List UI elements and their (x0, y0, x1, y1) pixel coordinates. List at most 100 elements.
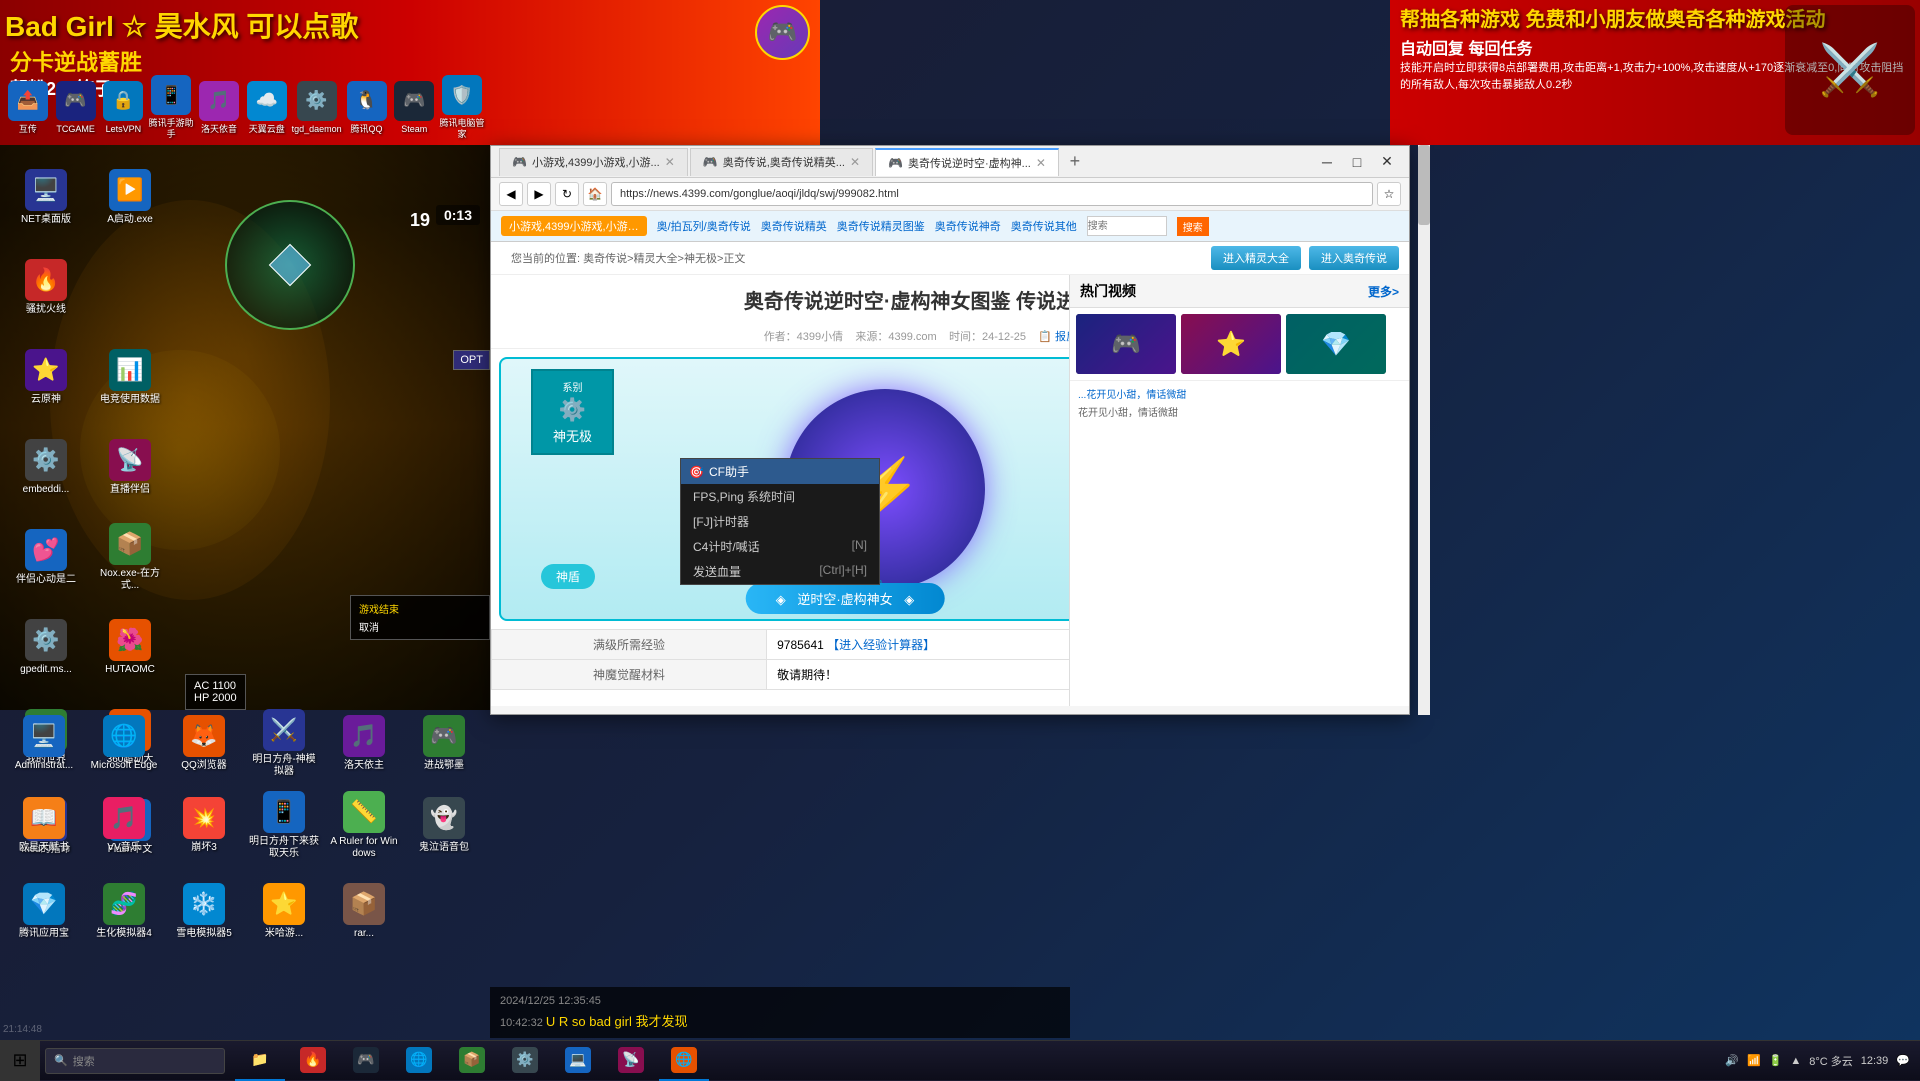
icon-vv-music[interactable]: 🎵 VV音乐 (85, 787, 163, 864)
exp-calc-link[interactable]: 【进入经验计算器】 (827, 638, 935, 652)
address-bar[interactable] (611, 182, 1373, 206)
tray-icon-3[interactable]: 🔋 (1769, 1054, 1783, 1067)
taskbar-search[interactable]: 🔍 搜索 (45, 1048, 225, 1074)
icon-hutao[interactable]: 🌺 HUTAOMC (89, 603, 171, 691)
taskbar-app-4[interactable]: 📦 (447, 1041, 497, 1081)
icon-qq[interactable]: 🐧 腾讯QQ (344, 69, 390, 147)
icon-tgd[interactable]: ⚙️ tgd_daemon (292, 69, 342, 147)
icon-luotianyi[interactable]: 🎵 洛天依音 (196, 69, 242, 147)
icon-tcgame[interactable]: 🎮 TCGAME (53, 69, 99, 147)
mihoyo-label: 米哈游... (265, 928, 303, 940)
icon-mihoyo[interactable]: ⭐ 米哈游... (245, 879, 323, 944)
icon-qqbrowser[interactable]: 🦊 QQ浏览器 (165, 705, 243, 782)
icon-battles[interactable]: 🎮 进战鄂墨 (405, 705, 483, 782)
start-button[interactable]: ⊞ (0, 1041, 40, 1081)
taskbar-app-1[interactable]: 🔥 (288, 1041, 338, 1081)
taskbar-app-2[interactable]: 🎮 (341, 1041, 391, 1081)
tab3-close[interactable]: ✕ (1036, 156, 1046, 170)
icon-net-desktop[interactable]: 🖥️ NET桌面版 (5, 153, 87, 241)
notification-area[interactable]: 💬 (1896, 1054, 1910, 1067)
minimize-button[interactable]: ─ (1313, 148, 1341, 176)
bookmark-button[interactable]: ☆ (1377, 182, 1401, 206)
icon-genshin-cloud[interactable]: ⭐ 云原神 (5, 333, 87, 421)
icon-tianyiyun[interactable]: ☁️ 天翼云盘 (244, 69, 290, 147)
icon-letsvpn[interactable]: 🔒 LetsVPN (101, 69, 147, 147)
nav-link-3[interactable]: 奥奇传说精灵图鉴 (837, 218, 925, 234)
clock[interactable]: 12:39 (1861, 1055, 1889, 1067)
admin-icon: 🖥️ (23, 715, 65, 757)
taskbar-app-6[interactable]: 💻 (553, 1041, 603, 1081)
new-tab-button[interactable]: + (1061, 148, 1089, 176)
taskbar-app-7[interactable]: 📡 (606, 1041, 656, 1081)
icon-rar[interactable]: 📦 rar... (325, 879, 403, 944)
video-thumb-3[interactable]: 💎 (1286, 349, 1386, 374)
tray-icon-1[interactable]: 🔊 (1725, 1054, 1739, 1067)
icon-nox[interactable]: 📦 Nox.exe-在方式... (89, 513, 171, 601)
cf-blood-item[interactable]: 发送血量 [Ctrl]+[H] (681, 559, 879, 584)
icon-tencent-app[interactable]: 💎 腾讯应用宝 (5, 879, 83, 944)
icon-gpedit[interactable]: ⚙️ gpedit.ms... (5, 603, 87, 691)
icon-snow-sim[interactable]: ❄️ 雪电模拟器5 (165, 879, 243, 944)
taskbar-app-5[interactable]: ⚙️ (500, 1041, 550, 1081)
enter-aoqi-btn[interactable]: 进入奥奇传说 (1309, 246, 1399, 270)
bio-sim-icon: 🧬 (103, 883, 145, 925)
letsvpn-label: LetsVPN (106, 124, 142, 135)
icon-ghost-voice[interactable]: 👻 鬼泣语音包 (405, 787, 483, 864)
icon-steam[interactable]: 🎮 Steam (391, 69, 437, 147)
icon-arknights[interactable]: ⚔️ 明日方舟-神模拟器 (245, 705, 323, 782)
nav-link-1[interactable]: 奥/拍瓦列/奥奇传说 (657, 218, 751, 234)
icon-tencent-manager[interactable]: 🛡️ 腾讯电脑管家 (439, 69, 485, 147)
nav-link-4[interactable]: 奥奇传说神奇 (935, 218, 1001, 234)
icon-luotianyi2[interactable]: 🎵 洛天依主 (325, 705, 403, 782)
icon-ruler[interactable]: 📏 A Ruler for Windows (325, 787, 403, 864)
diamond-right: ◈ (904, 592, 914, 607)
file-explorer-icon: 📁 (247, 1047, 273, 1073)
taskbar-browser-active[interactable]: 🌐 (659, 1041, 709, 1081)
icon-stats[interactable]: 📊 电竞使用数据 (89, 333, 171, 421)
icon-companion[interactable]: 💕 伴侣心动是二 (5, 513, 87, 601)
browser-tab-3[interactable]: 🎮 奥奇传说逆时空·虚构神... ✕ (875, 148, 1059, 176)
taskbar-app-3[interactable]: 🌐 (394, 1041, 444, 1081)
close-button[interactable]: ✕ (1373, 148, 1401, 176)
scroll-thumb[interactable] (1418, 145, 1430, 225)
scroll-indicator[interactable] (1418, 145, 1430, 715)
icon-bio-sim[interactable]: 🧬 生化模拟器4 (85, 879, 163, 944)
refresh-button[interactable]: ↻ (555, 182, 579, 206)
icon-start-exe[interactable]: ▶️ A启动.exe (89, 153, 171, 241)
icon-arknights2[interactable]: 📱 明日方舟下来获取天乐 (245, 787, 323, 864)
icon-live[interactable]: 📡 直播伴侣 (89, 423, 171, 511)
tray-icon-2[interactable]: 📶 (1747, 1054, 1761, 1067)
icon-tencent-game[interactable]: 📱 腾讯手游助手 (148, 69, 194, 147)
article-source: 来源：4399.com (855, 331, 936, 343)
battles-label: 进战鄂墨 (424, 760, 464, 772)
site-search[interactable] (1087, 216, 1167, 236)
site-search-btn[interactable]: 搜索 (1177, 217, 1209, 236)
video-thumb-2[interactable]: ⭐ (1181, 349, 1281, 374)
icon-edge[interactable]: 🌐 Microsoft Edge (85, 705, 163, 782)
tab1-close[interactable]: ✕ (665, 155, 675, 169)
forward-button[interactable]: ▶ (527, 182, 551, 206)
tray-icon-4[interactable]: ▲ (1790, 1055, 1801, 1067)
cf-timer-item[interactable]: [FJ]计时器 (681, 509, 879, 534)
icon-huchuan[interactable]: 📤 互传 (5, 69, 51, 147)
enter-elite-btn[interactable]: 进入精灵大全 (1211, 246, 1301, 270)
nav-link-2[interactable]: 奥奇传说精英 (761, 218, 827, 234)
browser-active-icon: 🌐 (671, 1047, 697, 1073)
taskbar-file-explorer[interactable]: 📁 (235, 1041, 285, 1081)
icon-admin[interactable]: 🖥️ Administrat... (5, 705, 83, 782)
icon-fire-line[interactable]: 🔥 骚扰火线 (5, 243, 87, 331)
home-button[interactable]: 🏠 (583, 182, 607, 206)
icon-embed[interactable]: ⚙️ embeddi... (5, 423, 87, 511)
browser-tab-2[interactable]: 🎮 奥奇传说,奥奇传说精英... ✕ (690, 148, 873, 176)
icon-honkai[interactable]: 💥 崩坏3 (165, 787, 243, 864)
maximize-button[interactable]: □ (1343, 148, 1371, 176)
taskbar-apps: 📁 🔥 🎮 🌐 📦 ⚙️ 💻 📡 (230, 1041, 1715, 1081)
browser-tab-1[interactable]: 🎮 小游戏,4399小游戏,小游... ✕ (499, 148, 688, 176)
video-thumb-1[interactable]: 🎮 (1076, 349, 1176, 374)
cf-fps-item[interactable]: FPS,Ping 系统时间 (681, 484, 879, 509)
cf-c4-item[interactable]: C4计时/喊话 [N] (681, 534, 879, 559)
tab2-close[interactable]: ✕ (850, 155, 860, 169)
icon-ostars[interactable]: 📖 欧星天赋书 (5, 787, 83, 864)
back-button[interactable]: ◀ (499, 182, 523, 206)
nav-link-5[interactable]: 奥奇传说其他 (1011, 218, 1077, 234)
